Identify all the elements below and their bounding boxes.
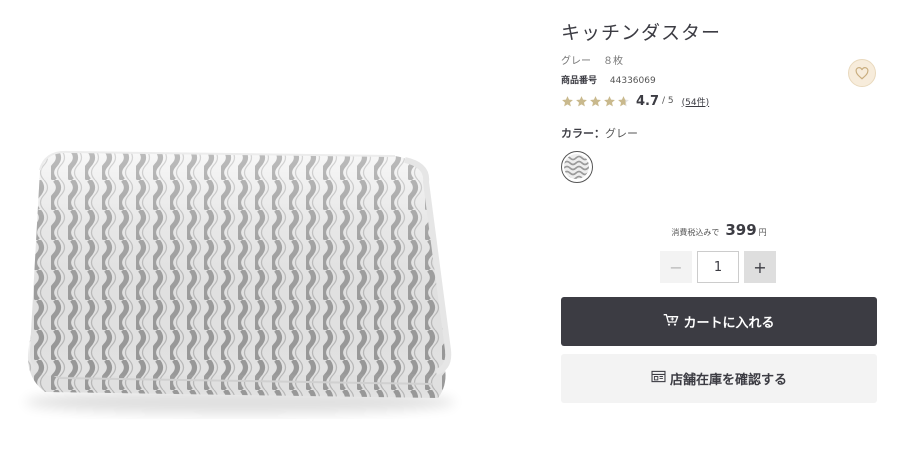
heart-icon (855, 66, 869, 80)
color-swatch-gray[interactable] (561, 151, 593, 183)
product-image (0, 0, 520, 466)
folded-cloth-image (25, 150, 455, 414)
product-color-short: グレー (561, 56, 591, 67)
add-to-cart-button[interactable]: カートに入れる (561, 297, 877, 346)
check-store-stock-button[interactable]: 店舗在庫を確認する (561, 354, 877, 403)
price-unit: 円 (758, 228, 767, 237)
product-subtitle: グレー ８枚 (561, 52, 623, 67)
star-icon (604, 95, 615, 106)
sku-value: 44336069 (609, 76, 656, 86)
swatch-pattern (564, 154, 589, 179)
product-quantity-text: ８枚 (603, 56, 623, 67)
quantity-stepper: − + (660, 251, 776, 283)
rating-value: 4.7 (636, 93, 660, 109)
quantity-increase-button[interactable]: + (744, 251, 776, 283)
star-icon (618, 95, 629, 106)
sku-label: 商品番号 (561, 76, 598, 86)
store-icon (651, 370, 666, 387)
color-value: グレー (605, 127, 638, 140)
color-selection-label: カラー：グレー (561, 125, 638, 141)
star-icon (576, 95, 587, 106)
review-count-link[interactable]: (54件) (682, 95, 709, 108)
product-details: キッチンダスター グレー ８枚 商品番号 44336069 4.7 / 5 (54… (561, 0, 877, 466)
quantity-decrease-button[interactable]: − (660, 251, 692, 283)
star-icon (562, 95, 573, 106)
cart-icon (663, 313, 679, 331)
star-icon (590, 95, 601, 106)
check-store-stock-label: 店舗在庫を確認する (669, 373, 787, 388)
price-row: 消費税込みで 399 円 (561, 220, 877, 239)
rating-stars (561, 95, 631, 108)
price-value: 399 (725, 221, 757, 239)
add-to-cart-label: カートに入れる (683, 316, 775, 331)
price-label: 消費税込みで (671, 228, 720, 237)
product-sku: 商品番号 44336069 (561, 73, 656, 86)
rating-summary: 4.7 / 5 (54件) (561, 93, 709, 109)
quantity-input[interactable] (697, 251, 739, 283)
product-title: キッチンダスター (561, 22, 722, 44)
color-label: カラー： (561, 127, 605, 140)
rating-max: / 5 (662, 96, 674, 106)
favorite-button[interactable] (848, 59, 876, 87)
